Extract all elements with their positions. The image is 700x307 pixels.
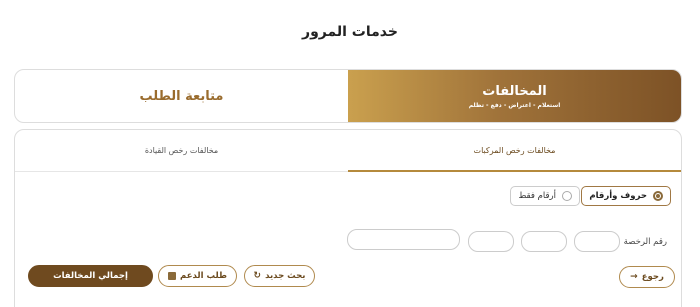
back-button-label: رجوع bbox=[641, 272, 664, 282]
plate-number-field-1[interactable] bbox=[574, 231, 620, 252]
plate-number-label: رقم الرخصة bbox=[623, 237, 667, 247]
tab-violations[interactable]: المخالفات استعلام - اعتراض - دفع - تظلم bbox=[348, 70, 681, 122]
sub-tabs: مخالفات رخص المركبات مخالفات رخص القيادة bbox=[15, 130, 681, 172]
back-button[interactable]: رجوع → bbox=[619, 266, 675, 288]
support-square-icon bbox=[168, 272, 177, 280]
tab-violations-label: المخالفات bbox=[482, 83, 547, 99]
radio-letters-numbers[interactable]: حروف وأرقام bbox=[581, 186, 671, 206]
tab-request-tracking[interactable]: متابعة الطلب bbox=[15, 70, 348, 122]
tab-violations-subtitle: استعلام - اعتراض - دفع - تظلم bbox=[468, 101, 561, 109]
subtab-driving-license-violations[interactable]: مخالفات رخص القيادة bbox=[15, 130, 348, 171]
new-search-button[interactable]: بحث جديد ↻ bbox=[244, 265, 315, 287]
page-title: خدمات المرور bbox=[302, 24, 398, 40]
new-search-button-label: بحث جديد bbox=[265, 271, 306, 281]
support-request-button[interactable]: طلب الدعم bbox=[158, 265, 237, 287]
top-tabs: المخالفات استعلام - اعتراض - دفع - تظلم … bbox=[14, 69, 682, 123]
subtab-driving-label: مخالفات رخص القيادة bbox=[144, 146, 219, 155]
tab-request-tracking-label: متابعة الطلب bbox=[139, 88, 224, 104]
radio-unselected-icon bbox=[562, 191, 572, 201]
radio-selected-icon bbox=[653, 191, 663, 201]
subtab-vehicle-label: مخالفات رخص المركبات bbox=[473, 146, 556, 155]
radio-numbers-only-label: أرقام فقط bbox=[518, 191, 556, 201]
refresh-icon: ↻ bbox=[253, 271, 262, 281]
plate-number-field-main[interactable] bbox=[347, 229, 460, 250]
violations-panel: مخالفات رخص المركبات مخالفات رخص القيادة… bbox=[14, 129, 682, 307]
total-violations-button-label: إجمالي المخالفات bbox=[53, 271, 128, 281]
subtab-vehicle-license-violations[interactable]: مخالفات رخص المركبات bbox=[348, 130, 681, 172]
radio-letters-numbers-label: حروف وأرقام bbox=[589, 191, 647, 201]
plate-number-field-2[interactable] bbox=[521, 231, 567, 252]
plate-number-field-3[interactable] bbox=[468, 231, 514, 252]
arrow-right-icon: → bbox=[630, 272, 638, 282]
support-request-button-label: طلب الدعم bbox=[180, 271, 227, 281]
radio-numbers-only[interactable]: أرقام فقط bbox=[510, 186, 580, 206]
total-violations-button[interactable]: إجمالي المخالفات bbox=[28, 265, 153, 287]
